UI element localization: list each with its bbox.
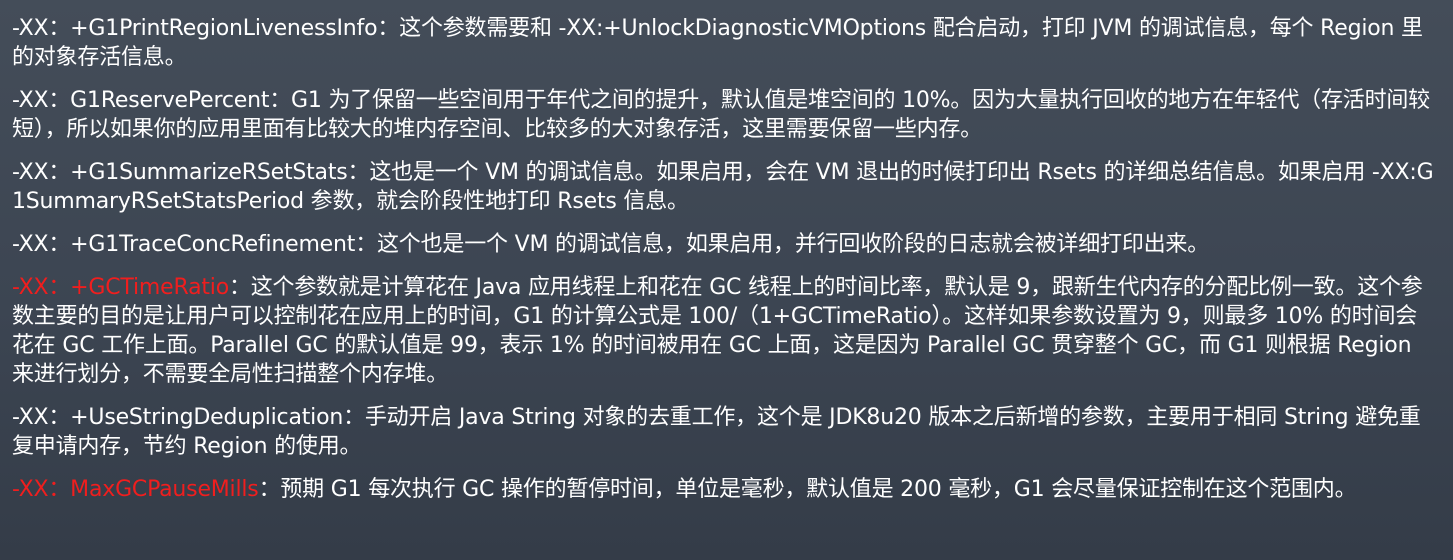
param-item-g1-print-region-liveness-info: -XX：+G1PrintRegionLivenessInfo：这个参数需要和 -…	[12, 14, 1435, 72]
param-name: -XX：+G1SummarizeRSetStats	[12, 160, 348, 185]
slide-content: -XX：+G1PrintRegionLivenessInfo：这个参数需要和 -…	[0, 0, 1453, 560]
param-name-highlighted: -XX：+GCTimeRatio	[12, 275, 229, 300]
param-name: -XX：+UseStringDeduplication	[12, 405, 344, 430]
param-item-g1-reserve-percent: -XX：G1ReservePercent：G1 为了保留一些空间用于年代之间的提…	[12, 86, 1435, 144]
param-name: -XX：G1ReservePercent	[12, 88, 270, 113]
param-description: ：预期 G1 每次执行 GC 操作的暂停时间，单位是毫秒，默认值是 200 毫秒…	[258, 477, 1357, 502]
param-item-g1-trace-conc-refinement: -XX：+G1TraceConcRefinement：这个也是一个 VM 的调试…	[12, 230, 1435, 259]
param-item-max-gc-pause-mills: -XX：MaxGCPauseMills：预期 G1 每次执行 GC 操作的暂停时…	[12, 475, 1435, 504]
param-item-use-string-deduplication: -XX：+UseStringDeduplication：手动开启 Java St…	[12, 403, 1435, 461]
param-name: -XX：+G1TraceConcRefinement	[12, 232, 356, 257]
param-name: -XX：+G1PrintRegionLivenessInfo	[12, 16, 378, 41]
param-item-gc-time-ratio: -XX：+GCTimeRatio：这个参数就是计算花在 Java 应用线程上和花…	[12, 273, 1435, 389]
param-item-g1-summarize-rset-stats: -XX：+G1SummarizeRSetStats：这也是一个 VM 的调试信息…	[12, 158, 1435, 216]
param-description: ：这个也是一个 VM 的调试信息，如果启用，并行回收阶段的日志就会被详细打印出来…	[355, 232, 1210, 257]
param-name-highlighted: -XX：MaxGCPauseMills	[12, 477, 259, 502]
